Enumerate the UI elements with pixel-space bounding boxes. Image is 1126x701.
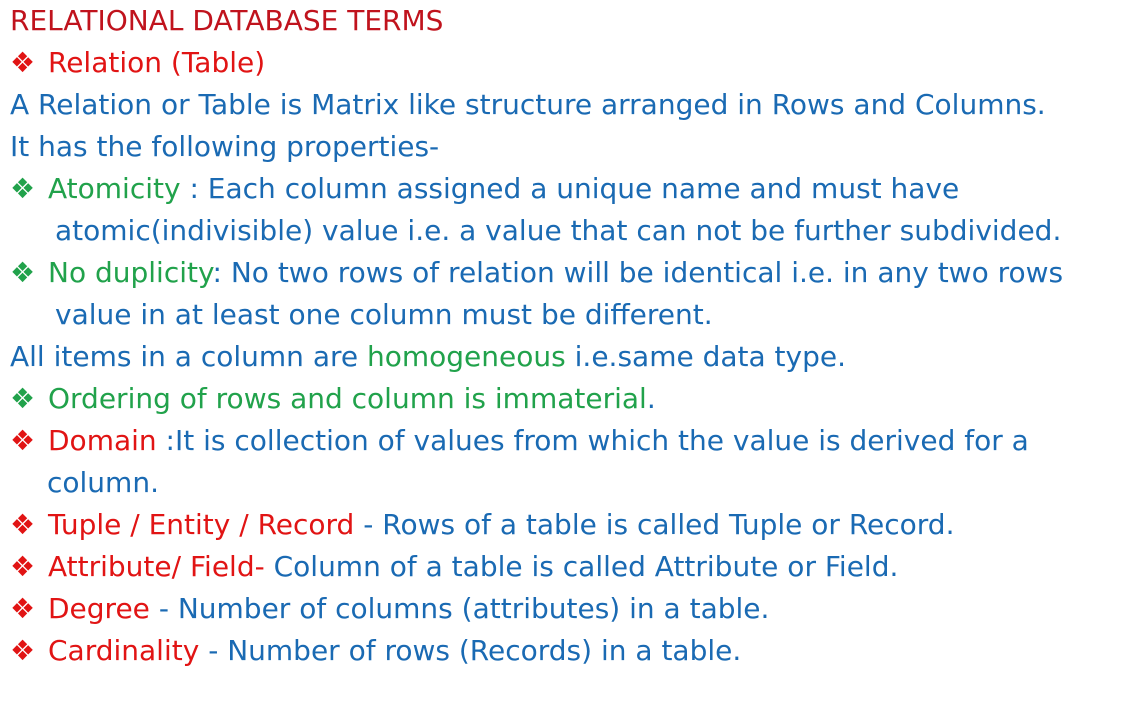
diamond-bullet-icon: ❖ bbox=[10, 382, 36, 415]
duplicity-text-b: value in at least one column must be dif… bbox=[55, 298, 713, 331]
diamond-bullet-icon: ❖ bbox=[10, 508, 36, 541]
item-homogeneous: All items in a column are homogeneous i.… bbox=[10, 336, 1116, 378]
term-immaterial: immaterial bbox=[494, 382, 647, 415]
term-no-duplicity: No duplicity bbox=[48, 256, 213, 289]
slide-title: RELATIONAL DATABASE TERMS bbox=[10, 4, 444, 37]
ordering-mid: of rows and column is bbox=[170, 382, 495, 415]
term-tuple: Tuple / Entity / Record bbox=[48, 508, 355, 541]
diamond-bullet-icon: ❖ bbox=[10, 592, 36, 625]
term-relation: Relation (Table) bbox=[48, 46, 266, 79]
diamond-bullet-icon: ❖ bbox=[10, 172, 36, 205]
duplicity-text-a: : No two rows of relation will be identi… bbox=[212, 256, 1064, 289]
homog-pre: All items in a column are bbox=[10, 340, 367, 373]
term-homogeneous: homogeneous bbox=[367, 340, 566, 373]
degree-text: - Number of columns (attributes) in a ta… bbox=[149, 592, 770, 625]
diamond-bullet-icon: ❖ bbox=[10, 256, 36, 289]
diamond-bullet-icon: ❖ bbox=[10, 46, 36, 79]
atomicity-text-b: atomic(indivisible) value i.e. a value t… bbox=[55, 214, 1062, 247]
item-degree: ❖ Degree - Number of columns (attributes)… bbox=[10, 588, 1116, 630]
term-domain: Domain bbox=[48, 424, 157, 457]
item-atomicity: ❖ Atomicity : Each column assigned a uniq… bbox=[10, 168, 1116, 252]
item-domain: ❖ Domain :It is collection of values from… bbox=[10, 420, 1116, 504]
term-degree: Degree bbox=[48, 592, 150, 625]
term-attribute: Attribute/ Field- bbox=[48, 550, 265, 583]
atomicity-text-a: : Each column assigned a unique name and… bbox=[180, 172, 960, 205]
homog-post: i.e.same data type. bbox=[565, 340, 847, 373]
term-ordering: Ordering bbox=[48, 382, 171, 415]
item-relation: ❖ Relation (Table) bbox=[10, 42, 1116, 84]
item-attribute: ❖ Attribute/ Field- Column of a table is … bbox=[10, 546, 1116, 588]
diamond-bullet-icon: ❖ bbox=[10, 550, 36, 583]
item-no-duplicity: ❖ No duplicity: No two rows of relation w… bbox=[10, 252, 1116, 336]
ordering-post: . bbox=[646, 382, 656, 415]
attribute-text: Column of a table is called Attribute or… bbox=[264, 550, 899, 583]
diamond-bullet-icon: ❖ bbox=[10, 424, 36, 457]
item-cardinality: ❖ Cardinality - Number of rows (Records) … bbox=[10, 630, 1116, 672]
item-ordering: ❖ Ordering of rows and column is immateri… bbox=[10, 378, 1116, 420]
slide: RELATIONAL DATABASE TERMS ❖ Relation (Tab… bbox=[0, 0, 1126, 701]
term-cardinality: Cardinality bbox=[48, 634, 200, 667]
cardinality-text: - Number of rows (Records) in a table. bbox=[199, 634, 742, 667]
relation-description: A Relation or Table is Matrix like struc… bbox=[10, 88, 1046, 121]
properties-intro: It has the following properties- bbox=[10, 130, 440, 163]
term-atomicity: Atomicity bbox=[48, 172, 181, 205]
diamond-bullet-icon: ❖ bbox=[10, 634, 36, 667]
domain-text-a: :It is collection of values from which t… bbox=[156, 424, 1029, 457]
domain-text-b: column. bbox=[47, 466, 159, 499]
item-tuple: ❖ Tuple / Entity / Record - Rows of a tab… bbox=[10, 504, 1116, 546]
tuple-text: - Rows of a table is called Tuple or Rec… bbox=[354, 508, 955, 541]
